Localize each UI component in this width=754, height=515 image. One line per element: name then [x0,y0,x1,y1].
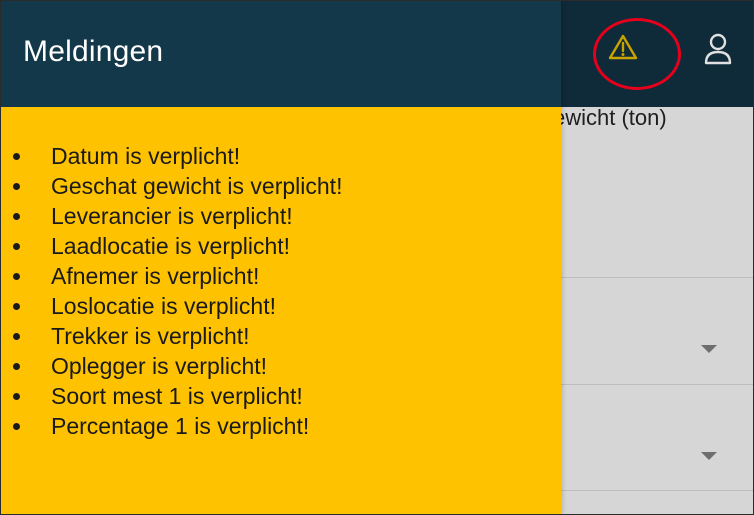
message-list: Datum is verplicht! Geschat gewicht is v… [1,141,342,441]
list-item: Trekker is verplicht! [12,321,342,351]
list-item: Datum is verplicht! [12,141,342,171]
list-item: Soort mest 1 is verplicht! [12,381,342,411]
warning-icon [608,34,638,60]
user-icon [704,33,732,65]
list-item: Afnemer is verplicht! [12,261,342,291]
list-item: Laadlocatie is verplicht! [12,231,342,261]
column-header-weight: ewicht (ton) [553,105,667,130]
notifications-button[interactable] [601,25,645,69]
panel-header: Meldingen [1,1,561,107]
row-divider [561,277,753,278]
panel-title: Meldingen [23,35,164,68]
list-item: Loslocatie is verplicht! [12,291,342,321]
list-item: Geschat gewicht is verplicht! [12,173,343,199]
app-window: ewicht (ton) Meldingen Datum is verplich… [0,0,754,515]
list-item: Oplegger is verplicht! [12,351,342,381]
chevron-down-icon[interactable] [701,345,717,353]
user-account-button[interactable] [698,29,738,69]
notifications-panel: Meldingen Datum is verplicht! Geschat ge… [1,1,561,514]
list-item: Percentage 1 is verplicht! [12,411,342,441]
row-divider [561,384,753,385]
row-divider [561,490,753,491]
list-item: Leverancier is verplicht! [12,201,342,231]
chevron-down-icon[interactable] [701,452,717,460]
app-bar-actions [558,1,753,107]
